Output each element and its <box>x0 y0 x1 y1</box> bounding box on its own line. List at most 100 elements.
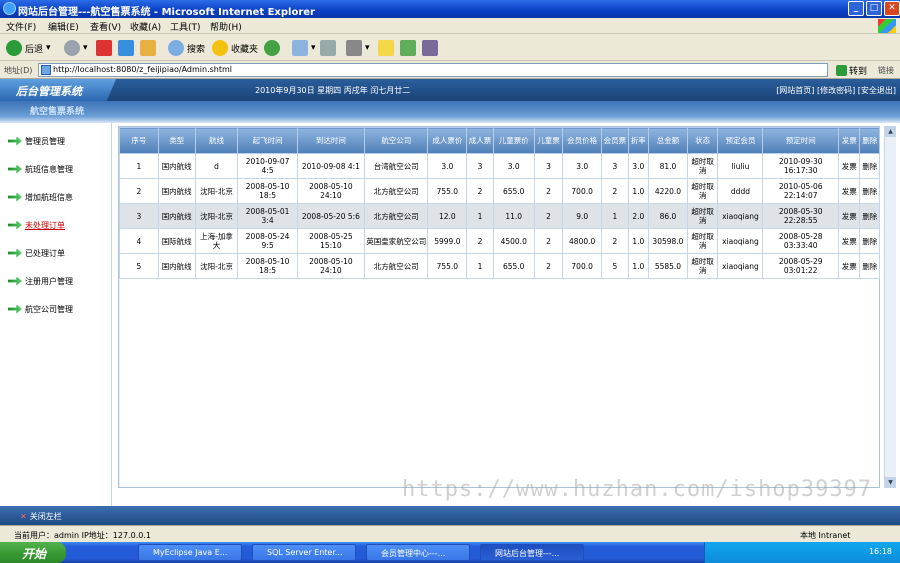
taskbar-item-myeclipse[interactable]: MyEclipse Java E... <box>138 544 242 561</box>
delete-link[interactable]: 删除 <box>859 153 880 179</box>
cell-route: 上海-加拿大 <box>194 228 239 254</box>
cell-member-price: 4800.0 <box>562 228 603 254</box>
forward-button[interactable]: ▾ <box>64 38 88 58</box>
sub-banner: 航空售票系统 <box>0 101 900 123</box>
back-button[interactable]: 后退 ▾ <box>6 38 51 58</box>
mail-button[interactable]: ▾ <box>292 38 316 58</box>
scroll-down-icon[interactable]: ▼ <box>885 477 896 488</box>
favorites-button[interactable]: 收藏夹 <box>212 38 258 58</box>
green-arrow-icon <box>8 304 22 314</box>
delete-link[interactable]: 删除 <box>859 228 880 254</box>
cell-depart: 2008-05-24 9:5 <box>237 228 298 254</box>
cell-depart: 2008-05-10 18:5 <box>237 253 298 279</box>
cell-discount: 1.0 <box>627 228 650 254</box>
invoice-link[interactable]: 发票 <box>837 203 861 229</box>
cell-child-count: 3 <box>533 153 564 179</box>
header-booking-time: 预定时间 <box>762 127 839 154</box>
cell-route: 沈阳-北京 <box>194 253 239 279</box>
top-links[interactable]: [网站首页] [修改密码] [安全退出] <box>776 85 896 96</box>
cell-depart: 2010-09-07 4:5 <box>237 153 298 179</box>
print-button[interactable] <box>320 38 336 58</box>
header-member-count: 会员票 <box>601 127 629 154</box>
sidebar-item-admin[interactable]: 管理员管理 <box>8 134 65 148</box>
watermark: https://www.huzhan.com/ishop39397 <box>402 477 873 502</box>
cell-child-price: 655.0 <box>492 178 535 204</box>
cell-airline: 北方航空公司 <box>364 178 429 204</box>
taskbar-item-sqlserver[interactable]: SQL Server Enter... <box>252 544 356 561</box>
scroll-up-icon[interactable]: ▲ <box>885 126 896 137</box>
security-zone: 本地 Intranet <box>800 531 851 540</box>
sidebar-item-add-flight[interactable]: 增加航班信息 <box>8 190 73 204</box>
invoice-link[interactable]: 发票 <box>837 178 861 204</box>
search-button[interactable]: 搜索 <box>168 38 205 58</box>
address-label: 地址(D) <box>4 66 33 75</box>
maximize-button[interactable]: □ <box>866 1 882 16</box>
cell-status: 超时取消 <box>686 153 719 179</box>
edit-button[interactable]: ▾ <box>346 38 370 58</box>
cell-discount: 1.0 <box>627 253 650 279</box>
page-scrollbar[interactable]: ▲ ▼ <box>884 126 896 488</box>
sidebar-item-flights[interactable]: 航班信息管理 <box>8 162 73 176</box>
close-button[interactable]: ✕ <box>884 1 900 16</box>
system-subtitle: 航空售票系统 <box>30 107 85 117</box>
minimize-button[interactable]: _ <box>848 1 864 16</box>
history-button[interactable] <box>264 38 280 58</box>
cell-total: 81.0 <box>648 153 688 179</box>
menu-tools[interactable]: 工具(T) <box>170 20 201 33</box>
home-button[interactable] <box>140 38 156 58</box>
menu-favorites[interactable]: 收藏(A) <box>130 20 161 33</box>
sidebar-item-pending-orders[interactable]: 未处理订单 <box>8 218 65 232</box>
history-icon <box>264 40 280 56</box>
picture-icon <box>400 40 416 56</box>
refresh-button[interactable] <box>118 38 134 58</box>
delete-link[interactable]: 删除 <box>859 178 880 204</box>
delete-link[interactable]: 删除 <box>859 253 880 279</box>
messenger-button[interactable] <box>400 38 416 58</box>
cell-depart: 2008-05-01 3:4 <box>237 203 298 229</box>
research-button[interactable] <box>422 38 438 58</box>
invoice-link[interactable]: 发票 <box>837 153 861 179</box>
forward-arrow-icon <box>64 40 80 56</box>
green-arrow-icon <box>8 220 22 230</box>
address-input[interactable]: http://localhost:8080/z_feijipiao/Admin.… <box>38 63 828 77</box>
sidebar-item-airlines[interactable]: 航空公司管理 <box>8 302 73 316</box>
go-button[interactable]: 转到 <box>836 64 867 77</box>
stop-button[interactable] <box>96 38 112 58</box>
status-bar: 当前用户：admin IP地址：127.0.0.1 本地 Intranet <box>0 525 900 542</box>
sidebar-item-processed-orders[interactable]: 已处理订单 <box>8 246 65 260</box>
cell-adult-count: 3 <box>466 153 494 179</box>
page-icon <box>41 65 51 75</box>
cell-booking-time: 2008-05-29 03:01:22 <box>762 253 839 279</box>
invoice-link[interactable]: 发票 <box>837 228 861 254</box>
bottom-bar: ✕ 关闭左栏 <box>0 506 900 525</box>
header-airline: 航空公司 <box>364 127 429 154</box>
links-label[interactable]: 链接 <box>878 65 894 76</box>
cell-booking-time: 2010-05-06 22:14:07 <box>762 178 839 204</box>
delete-link[interactable]: 删除 <box>859 203 880 229</box>
cell-depart: 2008-05-10 18:5 <box>237 178 298 204</box>
discuss-button[interactable] <box>378 38 394 58</box>
menu-help[interactable]: 帮助(H) <box>210 20 242 33</box>
back-arrow-icon <box>6 40 22 56</box>
home-icon <box>140 40 156 56</box>
close-sidebar-button[interactable]: ✕ 关闭左栏 <box>20 511 62 522</box>
green-arrow-icon <box>8 192 22 202</box>
start-button[interactable]: 开始 <box>0 542 66 563</box>
menu-view[interactable]: 查看(V) <box>90 20 121 33</box>
cell-member: xiaoqiang <box>717 228 764 254</box>
cell-arrive: 2010-09-08 4:1 <box>296 153 366 179</box>
table-row: 2 国内航线 沈阳-北京 2008-05-10 18:5 2008-05-10 … <box>119 178 880 204</box>
cell-member-price: 3.0 <box>562 153 603 179</box>
menu-file[interactable]: 文件(F) <box>6 20 36 33</box>
sidebar-item-users[interactable]: 注册用户管理 <box>8 274 73 288</box>
books-icon <box>422 40 438 56</box>
cell-booking-time: 2008-05-28 03:33:40 <box>762 228 839 254</box>
address-bar: 地址(D) http://localhost:8080/z_feijipiao/… <box>0 61 900 79</box>
taskbar-item-admin[interactable]: 网站后台管理---... <box>480 544 584 561</box>
mail-icon <box>292 40 308 56</box>
menu-edit[interactable]: 编辑(E) <box>48 20 79 33</box>
browser-window: 网站后台管理---航空售票系统 - Microsoft Internet Exp… <box>0 0 900 563</box>
taskbar-item-member-center[interactable]: 会员管理中心---... <box>366 544 470 561</box>
cell-member: xiaoqiang <box>717 203 764 229</box>
invoice-link[interactable]: 发票 <box>837 253 861 279</box>
